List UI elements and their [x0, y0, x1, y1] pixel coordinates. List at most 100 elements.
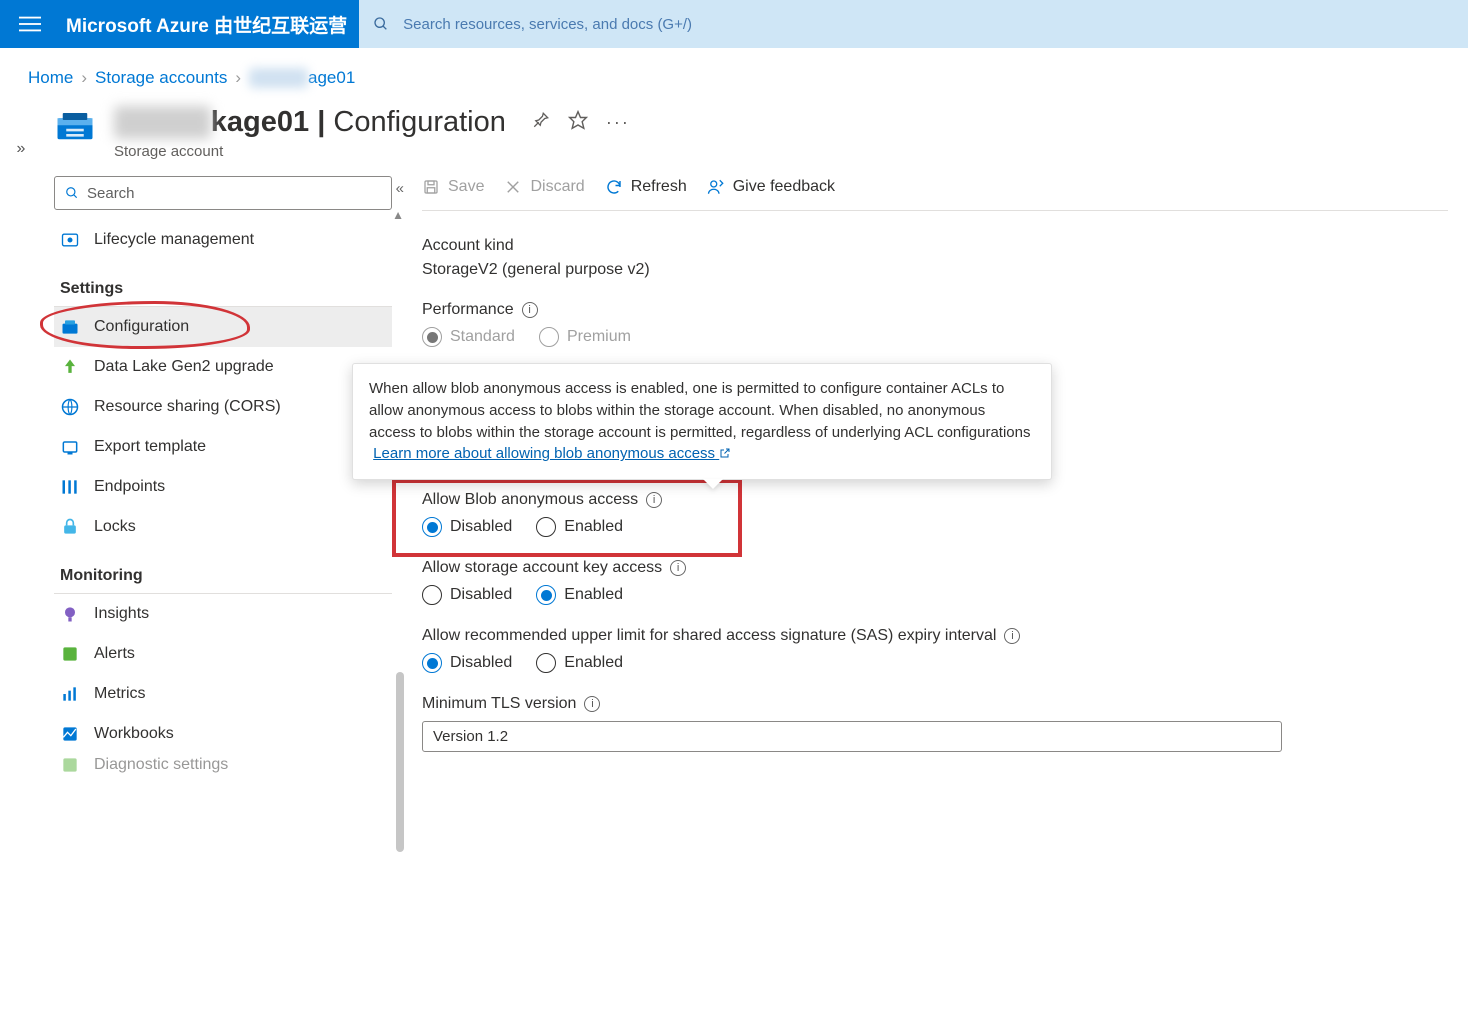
info-icon[interactable]: i — [646, 492, 662, 508]
expand-menu-button[interactable]: » — [0, 100, 42, 776]
info-icon[interactable]: i — [584, 696, 600, 712]
feedback-icon — [707, 178, 725, 196]
scrollbar-thumb[interactable] — [396, 672, 404, 852]
radio-key-disabled[interactable]: Disabled — [422, 585, 512, 605]
sidebar: Search « ▲ Lifecycle management Settings… — [42, 172, 402, 776]
radio-anon-enabled[interactable]: Enabled — [536, 517, 623, 537]
sidebar-item-label: Resource sharing (CORS) — [94, 398, 281, 416]
field-sas-expiry: Allow recommended upper limit for shared… — [422, 627, 1448, 673]
field-tls-version: Minimum TLS version i Version 1.2 — [422, 695, 1448, 752]
field-label: Minimum TLS version — [422, 695, 576, 713]
radio-icon — [422, 517, 442, 537]
pin-button[interactable] — [532, 111, 550, 134]
star-icon — [568, 110, 588, 130]
sidebar-item-metrics[interactable]: Metrics — [54, 674, 392, 714]
sidebar-item-label: Lifecycle management — [94, 231, 254, 249]
sidebar-item-label: Insights — [94, 605, 149, 623]
field-key-access: Allow storage account key access i Disab… — [422, 559, 1448, 605]
locks-icon — [60, 517, 80, 537]
search-icon — [373, 16, 389, 32]
tooltip-learn-more-link[interactable]: Learn more about allowing blob anonymous… — [373, 445, 731, 462]
sidebar-item-label: Metrics — [94, 685, 146, 703]
field-label: Performance — [422, 301, 514, 319]
save-icon — [422, 178, 440, 196]
menu-button[interactable] — [0, 13, 60, 35]
radio-performance-standard: Standard — [422, 327, 515, 347]
breadcrumb-current[interactable]: xxxxxxage01 — [249, 68, 355, 88]
radio-icon — [422, 653, 442, 673]
radio-icon — [536, 517, 556, 537]
sidebar-item-workbooks[interactable]: Workbooks — [54, 714, 392, 754]
workbooks-icon — [60, 724, 80, 744]
sidebar-item-label: Diagnostic settings — [94, 756, 228, 774]
field-label: Allow storage account key access — [422, 559, 662, 577]
content-pane: Save Discard Refresh Give feedback — [402, 172, 1468, 776]
sidebar-item-alerts[interactable]: Alerts — [54, 634, 392, 674]
sidebar-item-label: Alerts — [94, 645, 135, 663]
hamburger-icon — [19, 13, 41, 35]
discard-button: Discard — [504, 178, 584, 196]
sidebar-item-label: Workbooks — [94, 725, 174, 743]
sidebar-search[interactable]: Search — [54, 176, 392, 210]
sidebar-item-locks[interactable]: Locks — [54, 507, 392, 547]
radio-sas-enabled[interactable]: Enabled — [536, 653, 623, 673]
chevron-right-icon: › — [235, 68, 241, 88]
sidebar-item-label: Data Lake Gen2 upgrade — [94, 358, 274, 376]
page-title: xxxxxxkage01 | Configuration — [114, 106, 506, 139]
sidebar-item-insights[interactable]: Insights — [54, 594, 392, 634]
give-feedback-button[interactable]: Give feedback — [707, 178, 835, 196]
tls-version-select[interactable]: Version 1.2 — [422, 721, 1282, 752]
breadcrumb-home[interactable]: Home — [28, 68, 73, 88]
radio-icon — [536, 653, 556, 673]
endpoints-icon — [60, 477, 80, 497]
search-icon — [65, 186, 79, 200]
field-performance: Performance i Standard Premium — [422, 301, 1448, 347]
global-search-placeholder: Search resources, services, and docs (G+… — [403, 16, 692, 33]
refresh-icon — [605, 178, 623, 196]
sidebar-section-settings: Settings — [54, 260, 392, 307]
lifecycle-icon — [60, 230, 80, 250]
info-icon[interactable]: i — [522, 302, 538, 318]
sidebar-search-placeholder: Search — [87, 185, 135, 202]
sidebar-item-lifecycle-management[interactable]: Lifecycle management — [54, 220, 392, 260]
radio-icon — [422, 327, 442, 347]
close-icon — [504, 178, 522, 196]
sidebar-item-diagnostic-settings[interactable]: Diagnostic settings — [54, 754, 392, 776]
sidebar-item-label: Configuration — [94, 318, 189, 336]
top-bar: Microsoft Azure 由世纪互联运营 Search resources… — [0, 0, 1468, 48]
radio-performance-premium: Premium — [539, 327, 631, 347]
radio-key-enabled[interactable]: Enabled — [536, 585, 623, 605]
more-actions-button[interactable]: ··· — [606, 112, 630, 133]
radio-icon — [536, 585, 556, 605]
field-anonymous-access: Allow Blob anonymous access i Disabled E… — [422, 491, 1448, 537]
command-bar: Save Discard Refresh Give feedback — [422, 172, 1448, 211]
resource-type-label: Storage account — [114, 143, 630, 160]
external-link-icon — [719, 447, 731, 459]
sidebar-item-endpoints[interactable]: Endpoints — [54, 467, 392, 507]
breadcrumb-storage-accounts[interactable]: Storage accounts — [95, 68, 227, 88]
alerts-icon — [60, 644, 80, 664]
configuration-icon — [60, 317, 80, 337]
breadcrumb: Home › Storage accounts › xxxxxxage01 — [0, 48, 1468, 100]
sidebar-item-configuration[interactable]: Configuration — [54, 307, 392, 347]
field-label: Account kind — [422, 237, 1448, 255]
brand-label[interactable]: Microsoft Azure 由世纪互联运营 — [60, 11, 359, 38]
refresh-button[interactable]: Refresh — [605, 178, 687, 196]
global-search[interactable]: Search resources, services, and docs (G+… — [359, 0, 1468, 48]
field-value: StorageV2 (general purpose v2) — [422, 261, 1448, 279]
info-icon[interactable]: i — [1004, 628, 1020, 644]
radio-anon-disabled[interactable]: Disabled — [422, 517, 512, 537]
favorite-button[interactable] — [568, 110, 588, 135]
sidebar-item-cors[interactable]: Resource sharing (CORS) — [54, 387, 392, 427]
radio-sas-disabled[interactable]: Disabled — [422, 653, 512, 673]
info-icon[interactable]: i — [670, 560, 686, 576]
diagnostic-icon — [60, 755, 80, 775]
metrics-icon — [60, 684, 80, 704]
sidebar-item-label: Endpoints — [94, 478, 165, 496]
sidebar-section-monitoring: Monitoring — [54, 547, 392, 594]
field-label: Allow recommended upper limit for shared… — [422, 627, 996, 645]
sidebar-item-export-template[interactable]: Export template — [54, 427, 392, 467]
sidebar-item-data-lake-upgrade[interactable]: Data Lake Gen2 upgrade — [54, 347, 392, 387]
sidebar-item-label: Export template — [94, 438, 206, 456]
radio-icon — [539, 327, 559, 347]
